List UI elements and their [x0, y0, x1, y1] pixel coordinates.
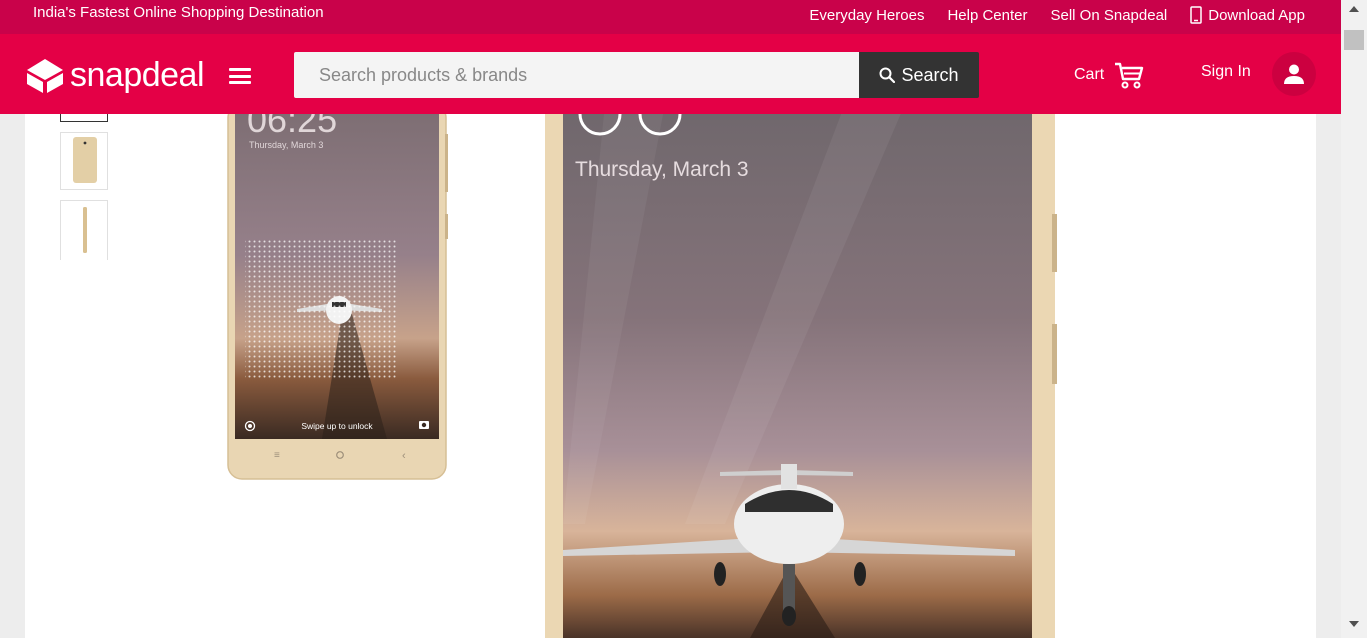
- unlock-hint: Swipe up to unlock: [301, 421, 373, 431]
- menu-icon[interactable]: [229, 68, 251, 84]
- cart-label: Cart: [1074, 66, 1105, 83]
- scroll-up-icon[interactable]: [1349, 6, 1359, 12]
- top-links: Everyday Heroes Help Center Sell On Snap…: [809, 6, 1305, 24]
- search-icon: [879, 67, 896, 83]
- cart-button[interactable]: Cart: [1074, 61, 1144, 89]
- svg-text:‹: ‹: [402, 450, 406, 462]
- page-scrollbar[interactable]: [1341, 0, 1367, 638]
- product-image-small[interactable]: 06:25 Thursday, March 3 Swipe up to unlo…: [227, 114, 452, 494]
- product-gallery: 06:25 Thursday, March 3 Swipe up to unlo…: [25, 114, 1316, 638]
- lock-screen-time: 06:25: [247, 114, 337, 140]
- download-app-label: Download App: [1208, 6, 1305, 24]
- link-everyday-heroes[interactable]: Everyday Heroes: [809, 6, 924, 24]
- logo-wordmark: snapdeal: [70, 56, 205, 94]
- thumbnail-1[interactable]: [60, 114, 108, 122]
- link-sell-on-snapdeal[interactable]: Sell On Snapdeal: [1051, 6, 1168, 24]
- search-button-label: Search: [901, 64, 959, 85]
- thumbnail-3[interactable]: [60, 200, 108, 260]
- search-button[interactable]: Search: [859, 52, 979, 98]
- user-avatar[interactable]: [1272, 52, 1316, 96]
- lock-screen-date-large: Thursday, March 3: [575, 158, 749, 181]
- tagline: India's Fastest Online Shopping Destinat…: [33, 4, 324, 21]
- user-icon: [1284, 64, 1304, 84]
- download-app-link[interactable]: Download App: [1190, 6, 1305, 24]
- lock-screen-date-small: Thursday, March 3: [249, 140, 323, 150]
- sign-in-link[interactable]: Sign In: [1201, 63, 1251, 81]
- scroll-down-icon[interactable]: [1349, 621, 1359, 627]
- search-input[interactable]: [294, 52, 859, 98]
- snapdeal-logo[interactable]: snapdeal: [26, 56, 205, 95]
- thumbnail-2[interactable]: [60, 132, 108, 190]
- main-header: snapdeal Search Cart Sign In: [0, 34, 1341, 114]
- svg-text:≡: ≡: [274, 450, 280, 461]
- link-help-center[interactable]: Help Center: [947, 6, 1027, 24]
- cart-icon: [1115, 62, 1144, 89]
- scrollbar-thumb[interactable]: [1344, 30, 1364, 50]
- mobile-icon: [1190, 6, 1202, 24]
- snapdeal-logo-icon: [27, 58, 63, 93]
- top-bar: India's Fastest Online Shopping Destinat…: [0, 0, 1341, 34]
- product-image-large: Thursday, March 3: [545, 114, 1057, 638]
